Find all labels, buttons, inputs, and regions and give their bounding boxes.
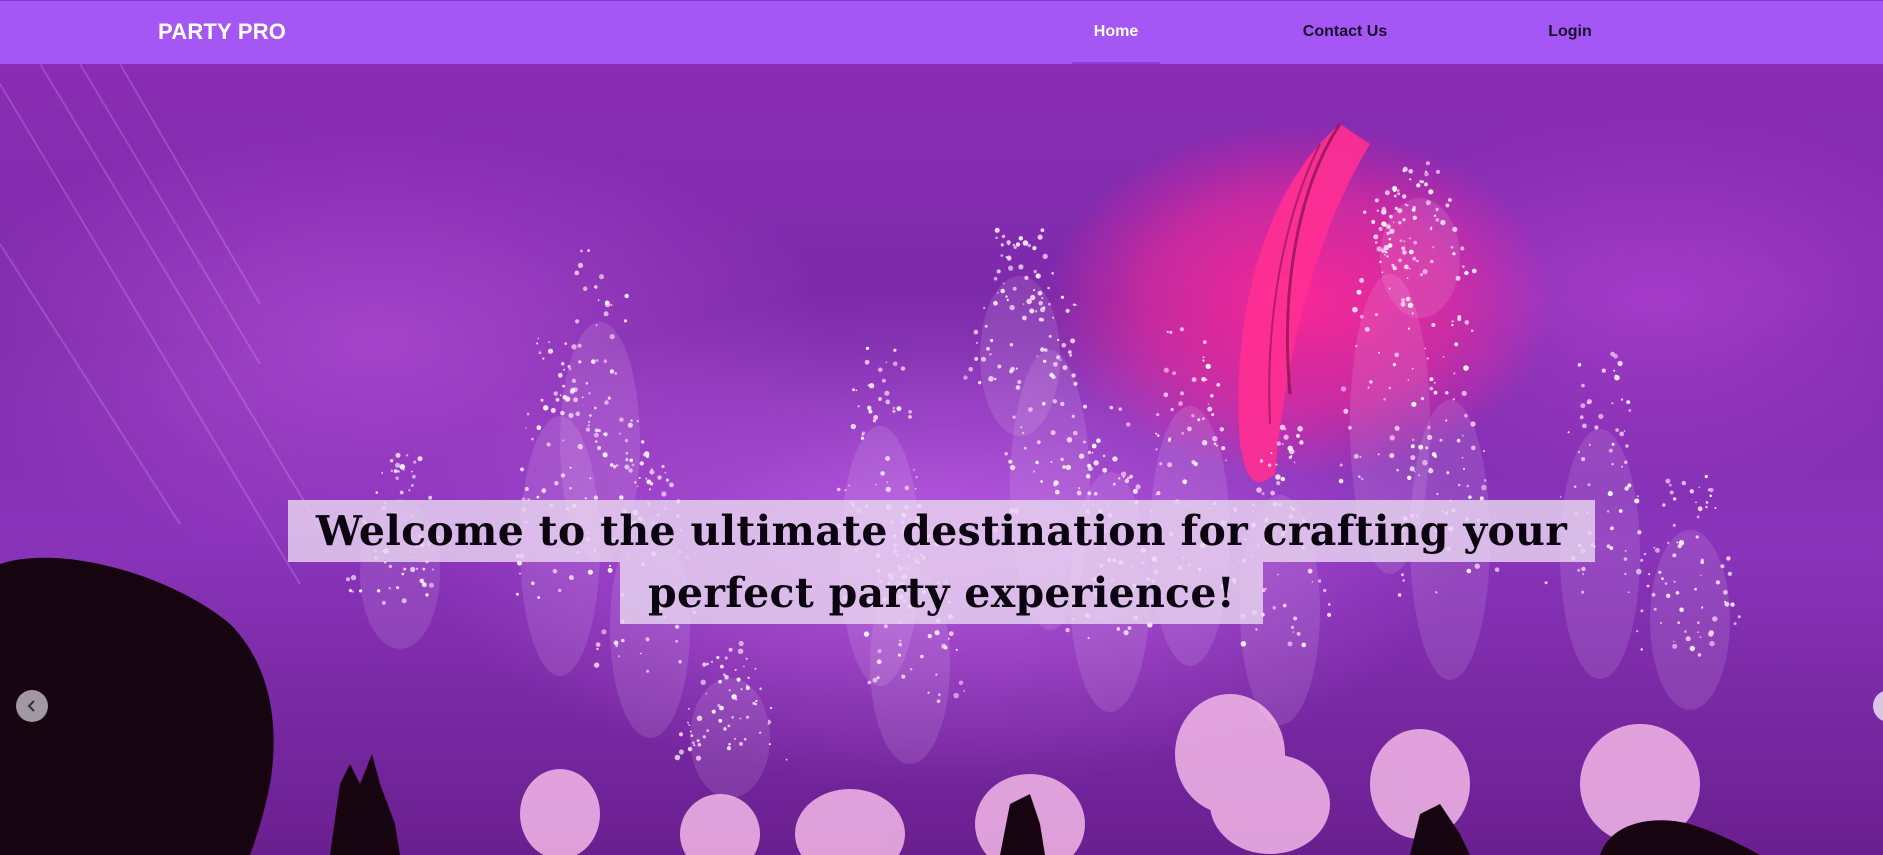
chevron-left-icon (27, 700, 35, 712)
nav-link-home[interactable]: Home (1072, 23, 1160, 41)
firework-sparks (346, 161, 1741, 798)
brand-logo[interactable]: PARTY PRO (158, 19, 286, 45)
nav-link-login[interactable]: Login (1530, 23, 1610, 41)
hero-fireworks-scene (0, 64, 1760, 855)
active-nav-indicator (1072, 62, 1160, 64)
hero-headline-line-1: Welcome to the ultimate destination for … (287, 500, 1596, 562)
hero-carousel-image (0, 64, 1883, 855)
hero-headline: Welcome to the ultimate destination for … (0, 500, 1883, 624)
page: PARTY PRO Home Contact Us Login Welcome … (0, 0, 1883, 855)
nav-link-contact-us[interactable]: Contact Us (1290, 23, 1400, 41)
carousel-prev-button[interactable] (16, 690, 48, 722)
hero-headline-line-2: perfect party experience! (619, 562, 1264, 624)
navbar: PARTY PRO Home Contact Us Login (0, 0, 1883, 64)
